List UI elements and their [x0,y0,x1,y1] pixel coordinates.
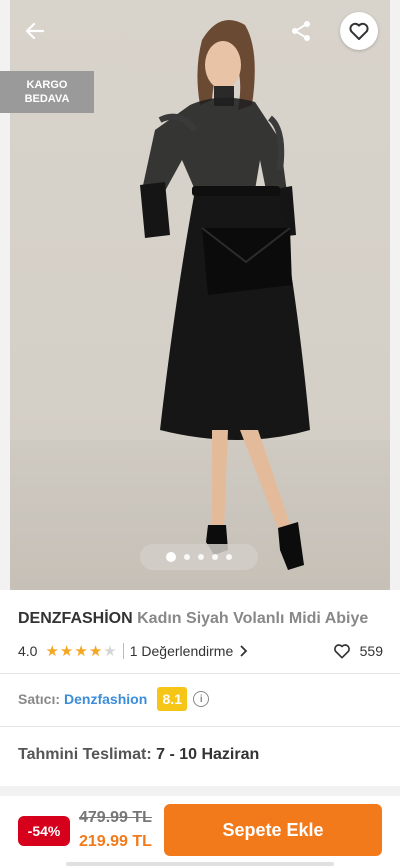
product-image-gallery[interactable]: KARGO BEDAVA [0,0,400,590]
chevron-right-icon [240,645,248,657]
rating-stars: ★ ★ ★ ★ ★ [45,644,116,659]
star-filled-icon: ★ [59,642,74,660]
delivery-estimate: Tahmini Teslimat: 7 - 10 Haziran [18,746,259,764]
star-empty-icon: ★ [103,642,117,660]
back-button[interactable] [16,12,54,50]
cargo-badge-line1: KARGO [26,79,68,91]
current-price: 219.99 TL [79,833,152,850]
share-icon [292,21,310,41]
seller-name-link[interactable]: Denzfashion [64,691,147,707]
seller-label: Satıcı: [18,691,61,707]
delivery-value: 7 - 10 Haziran [156,746,260,763]
divider [0,673,400,674]
info-icon[interactable]: i [193,691,210,707]
rating-score: 4.0 [18,643,38,659]
seller-score-badge: 8.1 [157,687,188,711]
share-button[interactable] [282,12,320,50]
heart-outline-icon [349,22,369,40]
likes-count: 559 [359,643,383,659]
add-to-cart-button[interactable]: Sepete Ekle [164,804,382,856]
pagination-dot[interactable] [226,554,232,560]
cargo-badge-line2: BEDAVA [24,93,70,105]
divider [0,726,400,727]
product-title: DENZFASHİON Kadın Siyah Volanlı Midi Abi… [18,608,388,630]
pagination-dot[interactable] [184,554,190,560]
star-filled-icon: ★ [88,642,103,660]
gallery-edge-right [390,0,400,590]
reviews-link[interactable]: 1 Değerlendirme [130,643,249,659]
pagination-dot[interactable] [198,554,204,560]
discount-badge: -54% [18,816,70,846]
purchase-bar: -54% 479.99 TL 219.99 TL Sepete Ekle [0,796,400,866]
star-filled-icon: ★ [45,642,59,660]
heart-outline-icon [333,644,350,659]
delivery-label: Tahmini Teslimat: [18,746,152,763]
pagination-dot[interactable] [212,554,218,560]
seller-row: Satıcı: Denzfashion 8.1 i [18,686,210,712]
star-filled-icon: ★ [74,642,88,660]
pagination-dot[interactable] [166,552,176,562]
favorite-button[interactable] [340,12,378,50]
product-photo-model [140,20,310,570]
rating-separator [122,643,124,659]
product-brand[interactable]: DENZFASHİON [18,610,133,627]
free-shipping-badge: KARGO BEDAVA [0,71,94,113]
home-indicator [66,862,334,866]
product-name: Kadın Siyah Volanlı Midi Abiye [137,610,369,627]
likes-counter[interactable]: 559 [332,641,383,661]
reviews-count: 1 Değerlendirme [129,643,234,659]
image-pagination[interactable] [140,544,258,570]
rating-row: 4.0 ★ ★ ★ ★ ★ 1 Değerlendirme 559 [18,640,383,662]
old-price: 479.99 TL [79,809,152,826]
section-gap [0,786,400,796]
arrow-left-icon [25,22,45,40]
